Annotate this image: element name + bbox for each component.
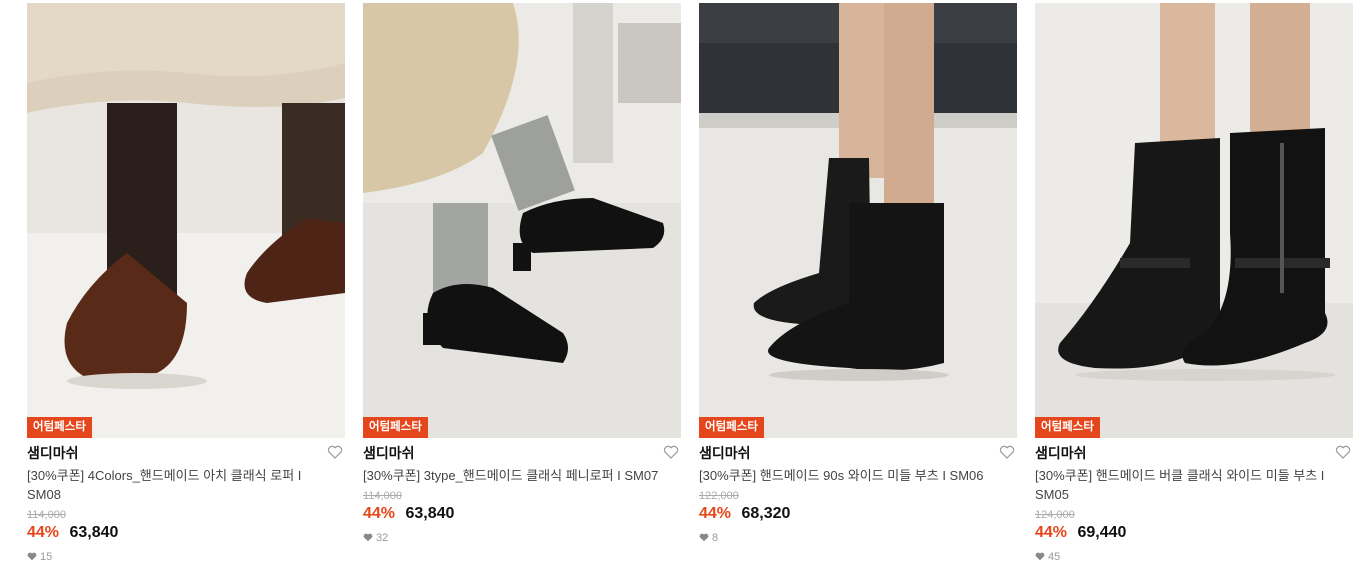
promo-badge: 어텀페스타: [27, 417, 92, 438]
product-card[interactable]: 어텀페스타 샘디마쉬 [30%쿠폰] 3type_핸드메이드 클래식 페니로퍼 …: [363, 3, 681, 545]
product-title[interactable]: [30%쿠폰] 핸드메이드 버클 클래식 와이드 미들 부츠 I SM05: [1035, 466, 1353, 504]
like-count: 45: [1035, 550, 1353, 564]
wide-boots-photo: [699, 3, 1017, 438]
sale-price: 69,440: [1077, 524, 1127, 541]
brand-name[interactable]: 샘디마쉬: [27, 444, 345, 462]
heart-outline-icon[interactable]: [1335, 444, 1351, 460]
like-count: 32: [363, 531, 681, 545]
heart-outline-icon[interactable]: [663, 444, 679, 460]
heart-filled-icon: [27, 552, 37, 561]
original-price: 124,000: [1035, 509, 1075, 521]
heart-filled-icon: [699, 533, 709, 542]
like-count-value: 15: [40, 551, 53, 563]
product-title[interactable]: [30%쿠폰] 3type_핸드메이드 클래식 페니로퍼 I SM07: [363, 466, 681, 485]
heart-outline-icon[interactable]: [327, 444, 343, 460]
sale-price: 68,320: [741, 505, 791, 522]
promo-badge: 어텀페스타: [699, 417, 764, 438]
promo-badge: 어텀페스타: [363, 417, 428, 438]
sale-price: 63,840: [69, 524, 119, 541]
heart-filled-icon: [363, 533, 373, 542]
brand-name[interactable]: 샘디마쉬: [363, 444, 681, 462]
original-price: 122,000: [699, 490, 739, 502]
sale-price: 63,840: [405, 505, 455, 522]
like-count: 8: [699, 531, 1017, 545]
original-price: 114,000: [27, 509, 66, 521]
buckle-boots-photo: [1035, 3, 1353, 438]
discount-rate: 44%: [1035, 524, 1068, 541]
promo-badge: 어텀페스타: [1035, 417, 1100, 438]
heart-filled-icon: [1035, 552, 1045, 561]
brand-name[interactable]: 샘디마쉬: [1035, 444, 1353, 462]
product-image[interactable]: 어텀페스타: [363, 3, 681, 438]
product-grid: 어텀페스타 샘디마쉬 [30%쿠폰] 4Colors_핸드메이드 아치 클래식 …: [0, 0, 1366, 564]
brand-name[interactable]: 샘디마쉬: [699, 444, 1017, 462]
original-price: 114,000: [363, 490, 402, 502]
loafer-photo: [27, 3, 345, 438]
product-image[interactable]: 어텀페스타: [699, 3, 1017, 438]
like-count: 15: [27, 550, 345, 564]
product-title[interactable]: [30%쿠폰] 4Colors_핸드메이드 아치 클래식 로퍼 I SM08: [27, 466, 345, 504]
product-image[interactable]: 어텀페스타: [27, 3, 345, 438]
discount-rate: 44%: [363, 505, 396, 522]
product-card[interactable]: 어텀페스타 샘디마쉬 [30%쿠폰] 핸드메이드 버클 클래식 와이드 미들 부…: [1035, 3, 1353, 564]
heart-outline-icon[interactable]: [999, 444, 1015, 460]
like-count-value: 32: [376, 532, 389, 544]
like-count-value: 8: [712, 532, 719, 544]
discount-rate: 44%: [27, 524, 60, 541]
product-card[interactable]: 어텀페스타 샘디마쉬 [30%쿠폰] 핸드메이드 90s 와이드 미들 부츠 I…: [699, 3, 1017, 545]
penny-loafer-photo: [363, 3, 681, 438]
discount-rate: 44%: [699, 505, 732, 522]
product-card[interactable]: 어텀페스타 샘디마쉬 [30%쿠폰] 4Colors_핸드메이드 아치 클래식 …: [27, 3, 345, 564]
like-count-value: 45: [1048, 551, 1061, 563]
product-image[interactable]: 어텀페스타: [1035, 3, 1353, 438]
product-title[interactable]: [30%쿠폰] 핸드메이드 90s 와이드 미들 부츠 I SM06: [699, 466, 1017, 485]
